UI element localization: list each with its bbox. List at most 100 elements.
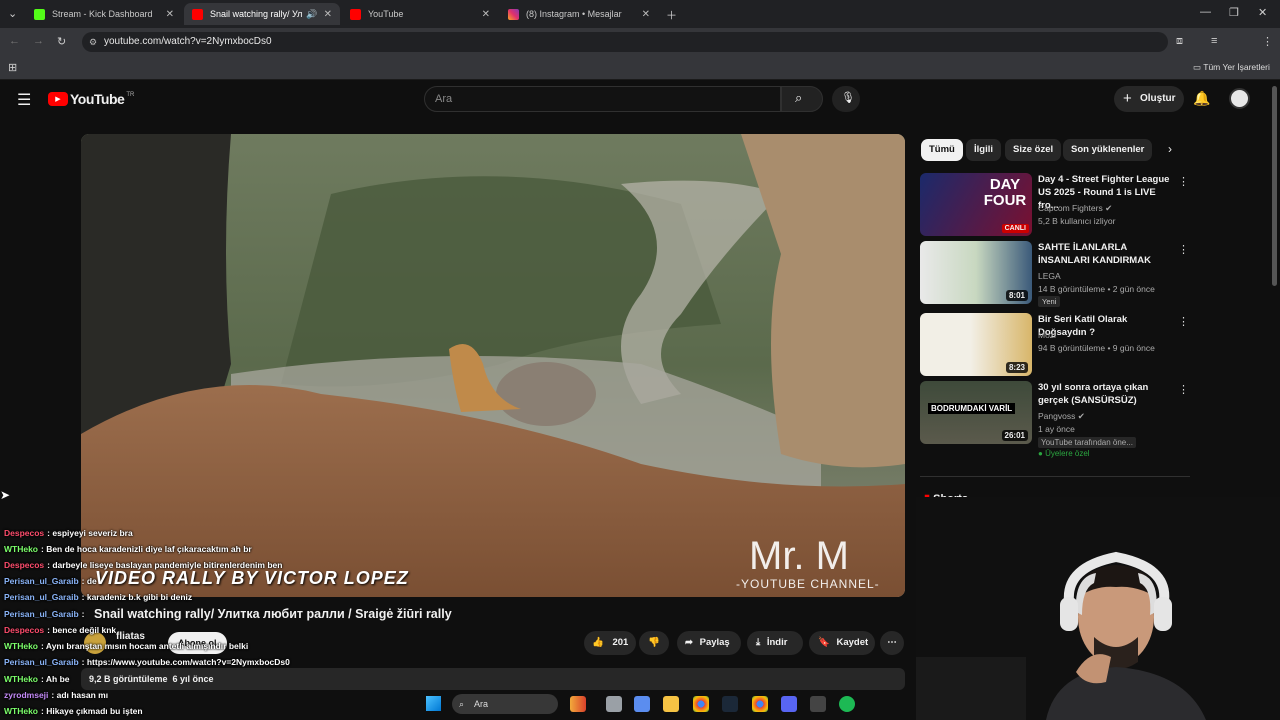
taskbar-app-obs-icon[interactable] [810, 696, 826, 712]
chip-all[interactable]: Tümü [921, 139, 963, 161]
forward-icon[interactable]: → [33, 35, 44, 47]
tab-search-icon[interactable]: ⌄ [8, 7, 17, 20]
webcam-frame [916, 497, 1280, 720]
recommendation-title: SAHTE İLANLARLA İNSANLARI KANDIRMAK [1038, 242, 1151, 266]
all-bookmarks[interactable]: ▭ Tüm Yer İşaretleri [1193, 62, 1270, 73]
taskbar-app-taskview-icon[interactable] [606, 696, 622, 712]
voice-search-button[interactable]: 🎙 [832, 86, 860, 112]
address-bar[interactable]: ⚙ youtube.com/watch?v=2NymxbocDs0 [82, 32, 1168, 52]
video-player[interactable]: VIDEO RALLY BY VICTOR LOPEZ Mr. M -YOUTU… [81, 134, 905, 597]
more-actions-button[interactable]: ⋯ [880, 631, 904, 655]
page-scrollbar[interactable] [1272, 86, 1277, 286]
recommendation-title: Bir Seri Katil Olarak Doğsaydın ? [1038, 314, 1128, 338]
chat-message: WTHeko: Ah be [4, 674, 70, 684]
youtube-play-icon: ▶ [48, 92, 68, 106]
chip-recent[interactable]: Son yüklenenler [1063, 139, 1153, 161]
verified-icon: ✔ [1105, 203, 1113, 213]
windows-start-icon[interactable] [426, 696, 441, 711]
site-info-icon[interactable]: ⚙ [89, 32, 97, 52]
dislike-button[interactable]: 👎 [639, 631, 669, 655]
hamburger-menu-icon[interactable]: ☰ [17, 90, 31, 110]
chevron-right-icon[interactable]: › [1168, 142, 1172, 156]
video-frame [81, 134, 905, 597]
recommendation-item[interactable]: BODRUMDAKİ VARİL 26:01 30 yıl sonra orta… [920, 381, 1190, 461]
recommendation-title: 30 yıl sonra ortaya çıkan gerçek (SANSÜR… [1038, 382, 1149, 406]
save-button[interactable]: 🔖 Kaydet [809, 631, 875, 655]
chat-message: Perisan_ul_Garaib: karadeniz b.k gibi bi… [4, 592, 193, 602]
like-button[interactable]: 👍 201 [584, 631, 636, 655]
streamer-webcam [916, 497, 1280, 720]
thumbs-down-icon: 👎 [648, 637, 660, 648]
taskbar-app-explorer-icon[interactable] [663, 696, 679, 712]
tab-snail-video[interactable]: Snail watching rally/ Улитка 🔊 ✕ [184, 3, 340, 25]
video-title: Snail watching rally/ Улитка любит ралли… [94, 607, 452, 621]
new-tab-icon[interactable]: ＋ [666, 7, 677, 23]
create-button[interactable]: + Oluştur [1114, 86, 1184, 112]
members-only-badge: ● Üyelere özel [1038, 449, 1090, 458]
taskbar-app-store-icon[interactable] [634, 696, 650, 712]
chip-related[interactable]: İlgili [966, 139, 1001, 161]
taskbar-app-chrome-active-icon[interactable] [752, 696, 768, 712]
youtube-logo[interactable]: ▶ YouTube TR [48, 91, 134, 107]
video-thumbnail[interactable]: 8:01 [920, 241, 1032, 304]
more-vertical-icon[interactable]: ⋮ [1178, 383, 1189, 396]
description-box[interactable]: 9,2 B görüntüleme 6 yıl önce [81, 668, 905, 690]
download-button[interactable]: ⤓ İndir [747, 631, 803, 655]
close-icon[interactable]: ✕ [166, 9, 174, 20]
share-icon: ➦ [685, 637, 693, 648]
taskbar-search[interactable]: ⌕ Ara [452, 694, 558, 714]
youtube-icon [350, 8, 361, 20]
chat-message: WTHeko: Aynı branştan mısın hocam antetl… [4, 641, 249, 651]
taskbar-app-game-icon[interactable] [570, 696, 586, 712]
tab-instagram[interactable]: (8) Instagram • Mesajlar ✕ [500, 3, 658, 25]
search-button[interactable]: ⌕ [781, 86, 823, 112]
reading-list-icon[interactable]: ≡ [1211, 35, 1217, 47]
tab-youtube[interactable]: YouTube ✕ [342, 3, 498, 25]
verified-icon: ✔ [1077, 411, 1085, 421]
recommendation-item[interactable]: DAY FOUR CANLI Day 4 - Street Fighter Le… [920, 173, 1190, 237]
share-button[interactable]: ➦ Paylaş [677, 631, 741, 655]
video-thumbnail[interactable]: DAY FOUR CANLI [920, 173, 1032, 236]
more-vertical-icon[interactable]: ⋮ [1178, 243, 1189, 256]
chat-message: Perisan_ul_Garaib: [4, 609, 85, 619]
account-avatar[interactable] [1229, 88, 1250, 109]
chat-message: Perisan_ul_Garaib: de [4, 576, 97, 586]
close-icon[interactable]: ✕ [324, 9, 332, 20]
more-vertical-icon[interactable]: ⋮ [1178, 175, 1189, 188]
members-icon: ● [1038, 449, 1043, 458]
extensions-icon[interactable]: ⧈ [1176, 35, 1183, 48]
browser-tab-strip: ⌄ Stream - Kick Dashboard ✕ Snail watchi… [0, 0, 1280, 28]
reload-icon[interactable]: ↻ [57, 35, 66, 48]
video-thumbnail[interactable]: BODRUMDAKİ VARİL 26:01 [920, 381, 1032, 444]
more-vertical-icon[interactable]: ⋮ [1178, 315, 1189, 328]
search-input[interactable]: Ara [424, 86, 781, 112]
recommendation-channel: Pangvoss ✔ [1038, 411, 1085, 421]
close-icon[interactable]: ✕ [642, 9, 650, 20]
taskbar-app-chrome-icon[interactable] [693, 696, 709, 712]
watermark-title: Mr. M [749, 534, 849, 578]
close-icon[interactable]: ✕ [482, 9, 490, 20]
taskbar-app-discord-icon[interactable] [781, 696, 797, 712]
back-icon[interactable]: ← [9, 35, 20, 47]
maximize-icon[interactable]: ❐ [1229, 6, 1239, 19]
notifications-bell-icon[interactable]: 🔔 [1193, 90, 1210, 107]
kick-icon [34, 8, 45, 20]
folder-icon: ▭ [1193, 62, 1202, 72]
chip-for-you[interactable]: Size özel [1005, 139, 1062, 161]
taskbar-app-spotify-icon[interactable] [839, 696, 855, 712]
tab-kick[interactable]: Stream - Kick Dashboard ✕ [26, 3, 182, 25]
recommendation-item[interactable]: 8:23 Bir Seri Katil Olarak Doğsaydın ? M… [920, 313, 1190, 377]
video-thumbnail[interactable]: 8:23 [920, 313, 1032, 376]
search-icon: ⌕ [459, 699, 465, 709]
apps-grid-icon[interactable]: ⊞ [8, 61, 17, 74]
close-window-icon[interactable]: ✕ [1258, 6, 1267, 19]
taskbar-app-steam-icon[interactable] [722, 696, 738, 712]
recommendation-channel: Capcom Fighters ✔ [1038, 203, 1113, 213]
menu-icon[interactable]: ⋮ [1262, 35, 1273, 48]
minimize-icon[interactable]: — [1200, 6, 1211, 18]
plus-icon: + [1123, 90, 1132, 107]
speaker-icon[interactable]: 🔊 [306, 9, 317, 20]
search-icon: ⌕ [795, 90, 803, 105]
instagram-icon [508, 8, 519, 20]
recommendation-item[interactable]: 8:01 SAHTE İLANLARLA İNSANLARI KANDIRMAK… [920, 241, 1190, 311]
